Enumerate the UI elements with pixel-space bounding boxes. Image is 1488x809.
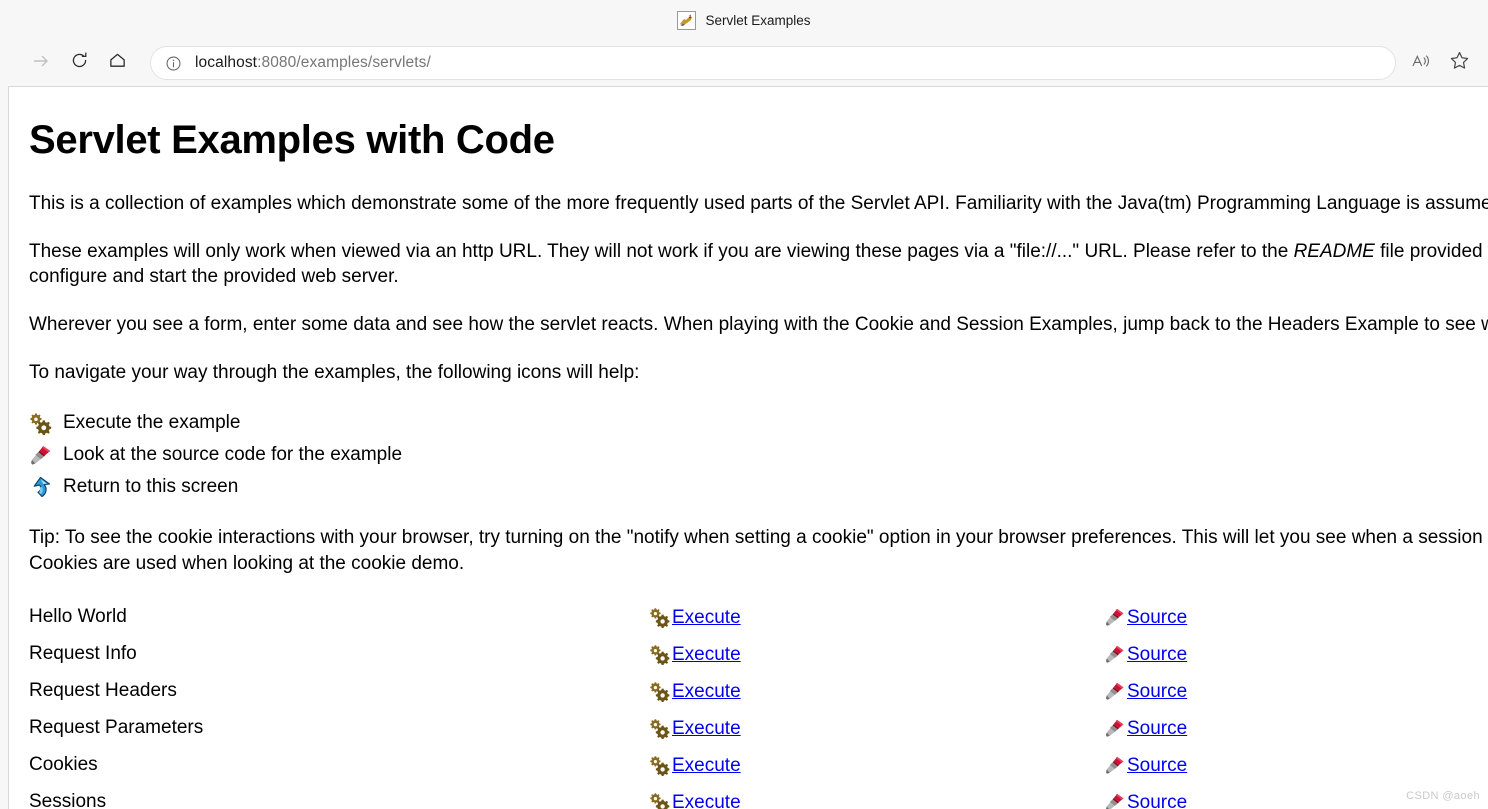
execute-cell: Execute	[649, 598, 1104, 635]
execute-link[interactable]: Execute	[672, 793, 741, 809]
gears-icon	[649, 717, 672, 740]
gears-icon	[649, 606, 672, 629]
table-row: Cookies Execute Source	[29, 746, 1488, 783]
url-host: localhost	[195, 54, 258, 71]
source-cell: Source	[1104, 746, 1488, 783]
home-icon	[108, 51, 127, 75]
http-url-paragraph: These examples will only work when viewe…	[29, 239, 1488, 290]
source-cell: Source	[1104, 709, 1488, 746]
favorites-button[interactable]	[1440, 46, 1478, 80]
reload-button[interactable]	[60, 46, 98, 80]
execute-link[interactable]: Execute	[672, 756, 741, 776]
reload-icon	[70, 51, 89, 75]
screwdriver-icon	[1104, 643, 1127, 665]
execute-link[interactable]: Execute	[672, 608, 741, 628]
info-circle-icon[interactable]	[163, 55, 183, 72]
intro-paragraph: This is a collection of examples which d…	[29, 193, 1488, 214]
screwdriver-icon	[1104, 680, 1127, 702]
gears-icon	[29, 411, 54, 436]
url-path: :8080/examples/servlets/	[257, 54, 431, 71]
legend-row-source: Look at the source code for the example	[29, 439, 1488, 471]
legend-row-return: Return to this screen	[29, 471, 1488, 503]
browser-toolbar: localhost:8080/examples/servlets/	[0, 40, 1488, 86]
gears-icon	[649, 643, 672, 666]
gears-icon	[649, 791, 672, 809]
execute-cell: Execute	[649, 709, 1104, 746]
screwdriver-icon	[1104, 754, 1127, 776]
tip-paragraph: Tip: To see the cookie interactions with…	[29, 527, 1488, 574]
execute-cell: Execute	[649, 783, 1104, 809]
browser-tab[interactable]: Servlet Examples	[665, 7, 822, 34]
table-row: Hello World Execute Source	[29, 598, 1488, 635]
table-row: Sessions Execute Source	[29, 783, 1488, 809]
gears-icon	[649, 680, 672, 703]
execute-cell: Execute	[649, 672, 1104, 709]
screwdriver-icon	[1104, 606, 1127, 628]
legend-row-execute: Execute the example	[29, 407, 1488, 439]
execute-link[interactable]: Execute	[672, 682, 741, 702]
source-cell: Source	[1104, 635, 1488, 672]
address-bar[interactable]: localhost:8080/examples/servlets/	[150, 46, 1396, 80]
forward-button[interactable]	[22, 46, 60, 80]
legend-label-execute: Execute the example	[63, 412, 241, 434]
return-arrow-icon	[29, 475, 54, 499]
source-link[interactable]: Source	[1127, 719, 1187, 739]
tomcat-cat-icon	[677, 10, 697, 30]
readme-para-before: These examples will only work when viewe…	[29, 240, 1294, 262]
legend-label-return: Return to this screen	[63, 476, 239, 498]
star-icon	[1449, 50, 1470, 76]
table-row: Request Parameters Execute Source	[29, 709, 1488, 746]
source-link[interactable]: Source	[1127, 608, 1187, 628]
url-text[interactable]: localhost:8080/examples/servlets/	[195, 54, 431, 72]
example-name-cell: Request Headers	[29, 680, 177, 702]
execute-link[interactable]: Execute	[672, 645, 741, 665]
screwdriver-icon	[1104, 717, 1127, 739]
source-link[interactable]: Source	[1127, 793, 1187, 809]
source-link[interactable]: Source	[1127, 645, 1187, 665]
watermark: CSDN @aoeh	[1406, 790, 1480, 802]
screwdriver-icon	[29, 443, 54, 467]
table-row: Request Headers Execute Source	[29, 672, 1488, 709]
example-name-cell: Request Parameters	[29, 717, 204, 739]
page-content: Servlet Examples with Code This is a col…	[9, 87, 1488, 809]
example-name-cell: Sessions	[29, 791, 107, 809]
example-name-cell: Cookies	[29, 754, 98, 776]
tab-strip: Servlet Examples	[0, 0, 1488, 40]
example-name-cell: Hello World	[29, 606, 127, 628]
forms-paragraph: Wherever you see a form, enter some data…	[29, 313, 1488, 335]
page-viewport: Servlet Examples with Code This is a col…	[8, 86, 1488, 809]
read-aloud-button[interactable]	[1402, 46, 1440, 80]
execute-cell: Execute	[649, 635, 1104, 672]
readme-emphasis: README	[1293, 240, 1375, 262]
execute-cell: Execute	[649, 746, 1104, 783]
example-name-cell: Request Info	[29, 643, 137, 665]
tab-title: Servlet Examples	[705, 12, 811, 28]
source-link[interactable]: Source	[1127, 682, 1187, 702]
read-aloud-icon	[1410, 51, 1432, 76]
navigate-paragraph: To navigate your way through the example…	[29, 361, 640, 383]
source-cell: Source	[1104, 598, 1488, 635]
screwdriver-icon	[1104, 791, 1127, 809]
examples-table: Hello World Execute Source Request Info …	[29, 598, 1488, 809]
browser-window: Servlet Examples localhost:8080/examples…	[0, 0, 1488, 809]
source-link[interactable]: Source	[1127, 756, 1187, 776]
icon-legend: Execute the example Look at the source c…	[29, 407, 1488, 503]
source-cell: Source	[1104, 672, 1488, 709]
page-title: Servlet Examples with Code	[29, 118, 555, 162]
arrow-right-icon	[31, 51, 51, 76]
execute-link[interactable]: Execute	[672, 719, 741, 739]
gears-icon	[649, 754, 672, 777]
home-button[interactable]	[98, 46, 136, 80]
legend-label-source: Look at the source code for the example	[63, 444, 403, 466]
table-row: Request Info Execute Source	[29, 635, 1488, 672]
